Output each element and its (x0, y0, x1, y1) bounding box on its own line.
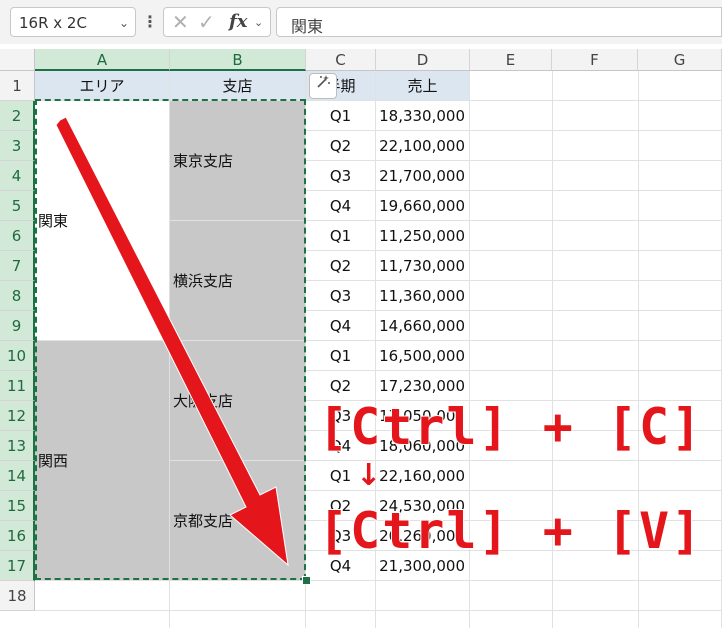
magic-wand-icon (317, 75, 330, 88)
row-header[interactable]: 4 (0, 161, 35, 191)
column-header-d[interactable]: D (376, 49, 470, 71)
row-header[interactable]: 5 (0, 191, 35, 221)
formula-input[interactable]: 関東 (276, 7, 722, 37)
paste-shortcut-label: [Ctrl] + [V] (317, 501, 704, 561)
chevron-down-icon[interactable]: ⌄ (119, 16, 129, 30)
column-header-f[interactable]: F (552, 49, 638, 71)
row-header[interactable]: 15 (0, 491, 35, 521)
column-header-c[interactable]: C (306, 49, 376, 71)
row-header[interactable]: 14 (0, 461, 35, 491)
formula-content: 関東 (291, 17, 324, 36)
red-arrow-icon (55, 116, 289, 567)
row-header[interactable]: 1 (0, 71, 35, 101)
down-arrow-icon: ↓ (356, 458, 382, 493)
row-header[interactable]: 11 (0, 371, 35, 401)
row-header[interactable]: 7 (0, 251, 35, 281)
row-header[interactable]: 9 (0, 311, 35, 341)
quick-analysis-icon[interactable] (309, 73, 337, 99)
copy-shortcut-label: [Ctrl] + [C] (317, 397, 704, 457)
row-header[interactable]: 2 (0, 101, 35, 131)
column-header-g[interactable]: G (638, 49, 722, 71)
column-header-e[interactable]: E (470, 49, 552, 71)
row-header[interactable]: 18 (0, 581, 35, 611)
select-all-corner[interactable] (0, 49, 35, 71)
row-header[interactable]: 17 (0, 551, 35, 581)
row-header[interactable]: 10 (0, 341, 35, 371)
row-header[interactable]: 6 (0, 221, 35, 251)
name-box[interactable]: 16R x 2C ⌄ (10, 7, 136, 37)
row-header[interactable]: 12 (0, 401, 35, 431)
name-box-value: 16R x 2C (19, 14, 87, 32)
column-header-a[interactable]: A (35, 49, 170, 71)
check-icon[interactable]: ✓ (198, 10, 215, 34)
row-header[interactable]: 3 (0, 131, 35, 161)
column-header-b[interactable]: B (170, 49, 306, 71)
row-header[interactable]: 16 (0, 521, 35, 551)
fill-handle[interactable] (302, 576, 311, 585)
row-header[interactable]: 8 (0, 281, 35, 311)
formula-bar: 16R x 2C ⌄ ⋮ ✕ ✓ fx ⌄ 関東 (0, 0, 722, 44)
more-options-icon[interactable]: ⋮ (142, 12, 158, 31)
insert-function-icon[interactable]: fx (229, 11, 247, 32)
formula-tools: ✕ ✓ fx ⌄ (163, 7, 271, 37)
cancel-icon[interactable]: ✕ (172, 10, 189, 34)
chevron-down-icon[interactable]: ⌄ (254, 16, 263, 29)
row-header[interactable]: 13 (0, 431, 35, 461)
